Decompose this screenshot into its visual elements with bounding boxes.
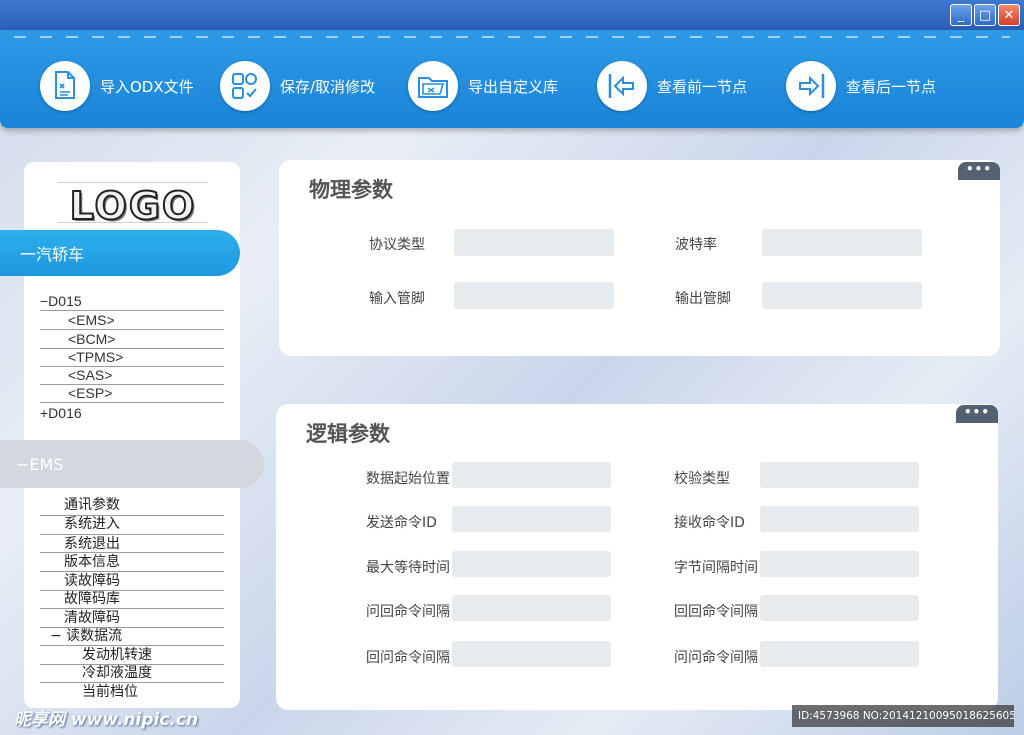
send-command-id-input[interactable]	[452, 506, 611, 532]
import-odx-label: 导入ODX文件	[100, 77, 194, 96]
menu-item-version-info[interactable]: 版本信息	[64, 553, 120, 571]
logo-divider	[58, 182, 208, 183]
export-folder-icon	[408, 61, 458, 111]
logical-params-panel: 逻辑参数 数据起始位置 校验类型 发送命令ID 接收命令ID 最大等待时间 字节…	[276, 404, 998, 710]
export-library-button[interactable]: 导出自定义库	[408, 60, 558, 112]
arrow-right-icon	[786, 61, 836, 111]
more-options-button[interactable]: •••	[956, 405, 998, 423]
window-controls: _ □ ✕	[950, 4, 1020, 26]
baud-rate-input[interactable]	[762, 229, 922, 256]
data-start-position-input[interactable]	[452, 462, 611, 488]
submenu-item-engine-speed[interactable]: 发动机转速	[82, 646, 152, 664]
field-label: 问回命令间隔	[366, 604, 450, 620]
byte-interval-time-input[interactable]	[760, 551, 919, 577]
field-label: 输入管脚	[369, 291, 425, 307]
receive-command-id-input[interactable]	[760, 506, 919, 532]
save-cancel-label: 保存/取消修改	[280, 77, 376, 96]
category-tab[interactable]: 一汽轿车	[0, 230, 240, 276]
menu-item-clear-dtc[interactable]: 清故障码	[64, 609, 120, 627]
field-label: 问问命令间隔	[674, 650, 758, 666]
save-cancel-button[interactable]: 保存/取消修改	[220, 60, 375, 112]
previous-node-button[interactable]: 查看前一节点	[597, 60, 747, 112]
tree-node-d015[interactable]: −D015	[40, 292, 82, 310]
field-label: 字节间隔时间	[674, 560, 758, 576]
arrow-left-icon	[597, 61, 647, 111]
tree-node-bcm[interactable]: <BCM>	[68, 330, 115, 348]
field-label: 回回命令间隔	[674, 604, 758, 620]
field-label: 数据起始位置	[366, 471, 450, 487]
menu-item-comm-params[interactable]: 通讯参数	[64, 496, 120, 514]
reply-ask-interval-input[interactable]	[452, 641, 611, 667]
watermark-id: ID:4573968 NO:20141210095018625605	[792, 705, 1014, 727]
menu-item-read-dtc[interactable]: 读故障码	[64, 572, 120, 590]
input-pin-input[interactable]	[454, 282, 614, 309]
divider	[40, 402, 224, 403]
menu-item-system-exit[interactable]: 系统退出	[64, 535, 120, 553]
menu-item-system-enter[interactable]: 系统进入	[64, 515, 120, 533]
toolbar: 导入ODX文件 保存/取消修改 导出自定义库 查看前一节点 查看后一节点	[0, 30, 1024, 128]
tree-node-sas[interactable]: <SAS>	[68, 366, 112, 384]
panel-title: 逻辑参数	[306, 422, 390, 446]
output-pin-input[interactable]	[762, 282, 922, 309]
previous-node-label: 查看前一节点	[657, 77, 748, 96]
panel-title: 物理参数	[309, 178, 393, 202]
field-label: 输出管脚	[675, 291, 731, 307]
field-label: 校验类型	[674, 471, 730, 487]
tree-node-ems[interactable]: <EMS>	[68, 311, 115, 329]
tree-node-tpms[interactable]: <TPMS>	[68, 348, 123, 366]
save-grid-icon	[220, 61, 270, 111]
field-label: 波特率	[675, 237, 717, 253]
protocol-type-input[interactable]	[454, 229, 614, 256]
import-odx-button[interactable]: 导入ODX文件	[40, 60, 194, 112]
ask-ask-interval-input[interactable]	[760, 641, 919, 667]
menu-item-dtc-library[interactable]: 故障码库	[64, 590, 120, 608]
submenu-item-coolant-temp[interactable]: 冷却液温度	[82, 664, 152, 682]
field-label: 回问命令间隔	[366, 650, 450, 666]
title-bar: _ □ ✕	[0, 0, 1024, 30]
field-label: 最大等待时间	[366, 560, 450, 576]
menu-item-read-data-stream[interactable]: − 读数据流	[50, 627, 122, 645]
watermark-site: 昵享网 www.nipic.cn	[14, 710, 199, 730]
ems-tab[interactable]: −EMS	[0, 440, 264, 488]
reply-reply-interval-input[interactable]	[760, 595, 919, 621]
tree-node-d016[interactable]: +D016	[40, 404, 82, 422]
export-library-label: 导出自定义库	[468, 77, 559, 96]
checksum-type-input[interactable]	[760, 462, 919, 488]
max-wait-time-input[interactable]	[452, 551, 611, 577]
more-options-button[interactable]: •••	[958, 162, 1000, 180]
toolbar-decoration	[14, 36, 1010, 38]
field-label: 发送命令ID	[366, 515, 437, 531]
field-label: 接收命令ID	[674, 515, 745, 531]
import-document-icon	[40, 61, 90, 111]
next-node-button[interactable]: 查看后一节点	[786, 60, 936, 112]
logo-divider	[58, 222, 208, 223]
tree-node-esp[interactable]: <ESP>	[68, 384, 112, 402]
next-node-label: 查看后一节点	[846, 77, 937, 96]
ask-reply-interval-input[interactable]	[452, 595, 611, 621]
submenu-item-current-gear[interactable]: 当前档位	[82, 683, 138, 701]
physical-params-panel: 物理参数 协议类型 波特率 输入管脚 输出管脚	[279, 160, 1000, 356]
maximize-button[interactable]: □	[974, 4, 996, 26]
close-button[interactable]: ✕	[998, 4, 1020, 26]
field-label: 协议类型	[369, 237, 425, 253]
minimize-button[interactable]: _	[950, 4, 972, 26]
